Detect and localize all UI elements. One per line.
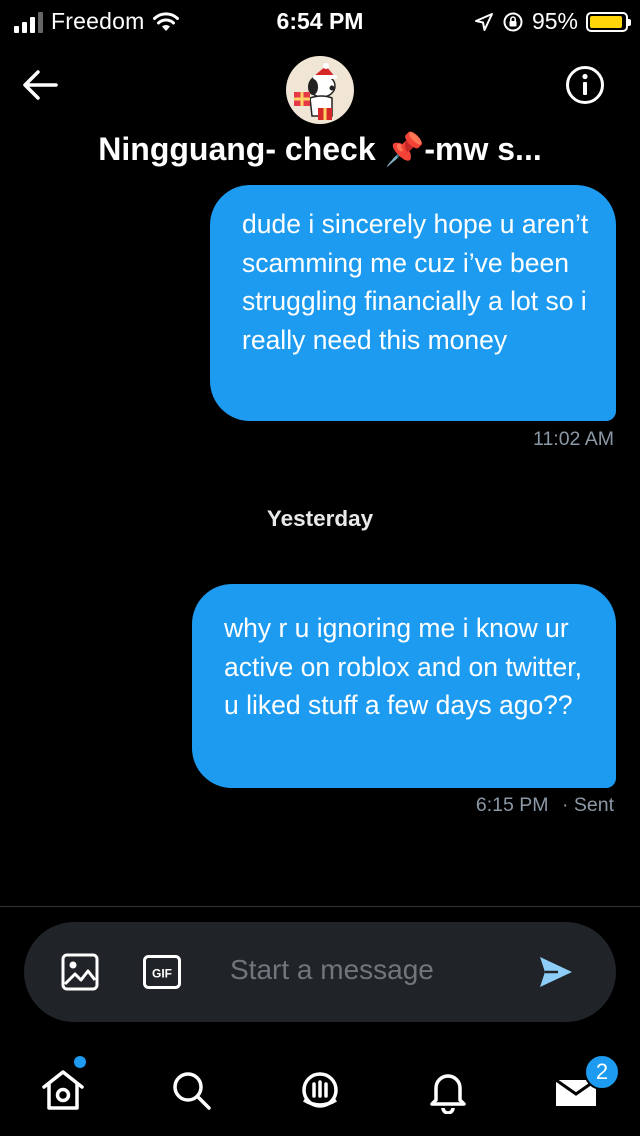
battery-percent: 95% xyxy=(531,8,578,34)
gif-label: GIF xyxy=(152,967,172,981)
conversation-title[interactable]: Ningguang- check 📌-mw s... xyxy=(60,130,580,168)
bell-icon[interactable] xyxy=(424,1066,472,1114)
messages-unread-badge: 2 xyxy=(584,1054,620,1090)
message-time: 11:02 AM xyxy=(533,428,614,450)
rotation-lock-icon xyxy=(503,12,523,31)
search-icon[interactable] xyxy=(167,1066,215,1114)
location-arrow-icon xyxy=(474,12,493,31)
status-bar: Freedom 6:54 PM 95% xyxy=(0,0,640,42)
status-right: 95% xyxy=(474,8,631,35)
message-bubble-sent[interactable]: dude i sincerely hope u aren’t scamming … xyxy=(210,185,616,421)
conversation-header: Ningguang- check 📌-mw s... xyxy=(0,42,640,182)
divider xyxy=(0,906,640,907)
message-composer[interactable]: GIF Start a message xyxy=(24,922,616,1022)
home-icon[interactable] xyxy=(39,1066,87,1114)
message-status: · Sent xyxy=(561,794,614,816)
info-icon[interactable] xyxy=(564,64,606,106)
arrow-left-icon[interactable] xyxy=(20,64,62,106)
message-timestamp: 11:02 AM xyxy=(533,428,614,451)
message-text: why r u ignoring me i know ur active on … xyxy=(224,613,582,720)
day-separator: Yesterday xyxy=(266,506,374,531)
message-time: 6:15 PM xyxy=(475,794,549,816)
image-icon[interactable] xyxy=(60,952,100,992)
battery-icon xyxy=(586,11,631,32)
message-bubble-sent[interactable]: why r u ignoring me i know ur active on … xyxy=(192,584,616,788)
spaces-icon[interactable] xyxy=(296,1066,344,1114)
message-text: dude i sincerely hope u aren’t scamming … xyxy=(242,209,589,355)
snoopy-avatar-image xyxy=(294,63,337,120)
home-notification-dot xyxy=(74,1056,86,1068)
battery-level xyxy=(590,15,623,28)
send-icon[interactable] xyxy=(538,954,574,990)
gif-icon[interactable]: GIF xyxy=(142,952,182,992)
avatar[interactable] xyxy=(286,56,354,124)
message-timestamp: 6:15 PM · Sent xyxy=(476,794,614,817)
bottom-tab-bar: 2 xyxy=(0,1050,640,1136)
message-input[interactable]: Start a message xyxy=(230,954,434,986)
